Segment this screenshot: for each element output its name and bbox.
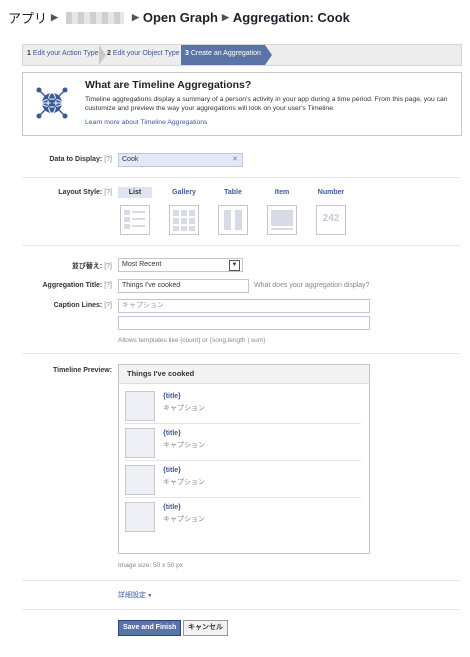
layout-option-table[interactable]: Table: [216, 187, 250, 198]
step-number: 3: [185, 50, 189, 57]
advanced-settings-link[interactable]: 詳細設定 ▼: [118, 590, 152, 600]
chevron-right-icon: ▶: [51, 12, 58, 22]
step-number: 1: [27, 50, 31, 57]
divider: [22, 580, 460, 581]
caption-lines-label: Caption Lines: [?]: [22, 302, 112, 309]
layout-option-list[interactable]: List: [118, 187, 152, 198]
app-name-redacted[interactable]: [65, 11, 124, 24]
step-separator: [265, 45, 272, 65]
caption-line-1-input[interactable]: キャプション: [118, 299, 370, 313]
table-layout-thumbnail[interactable]: [218, 205, 248, 235]
step-label: Edit your Object Type: [112, 50, 180, 57]
breadcrumb-apps[interactable]: アプリ: [8, 8, 47, 27]
layout-option-number[interactable]: Number: [314, 187, 348, 198]
data-to-display-token-field[interactable]: Cook ✕: [118, 153, 243, 167]
help-icon[interactable]: [?]: [104, 156, 112, 163]
preview-header: Things I've cooked: [119, 365, 369, 384]
layout-style-label: Layout Style: [?]: [22, 189, 112, 196]
preview-item-caption: キャプション: [163, 479, 205, 486]
caption-lines-hint: Allows templates like {count} or {song.l…: [118, 337, 266, 344]
divider: [22, 353, 460, 354]
preview-item-title: {title}: [163, 467, 181, 474]
list-layout-icon: [124, 210, 145, 229]
preview-image-placeholder: [125, 391, 155, 421]
preview-item-caption: キャプション: [163, 442, 205, 449]
number-layout-thumbnail[interactable]: 242: [316, 205, 346, 235]
label-text: Caption Lines:: [53, 302, 103, 309]
step-progress-bar: 1 Edit your Action Type 2 Edit your Obje…: [22, 44, 462, 66]
preview-item-caption: キャプション: [163, 516, 205, 523]
aggregation-title-label: Aggregation Title: [?]: [22, 282, 112, 289]
sort-selected-value: Most Recent: [122, 261, 162, 268]
item-layout-icon: [271, 210, 293, 230]
save-and-finish-button[interactable]: Save and Finish: [118, 620, 182, 636]
preview-item-title: {title}: [163, 393, 181, 400]
step-2[interactable]: 2 Edit your Object Type: [103, 45, 181, 65]
preview-image-placeholder: [125, 428, 155, 458]
gallery-layout-icon: [173, 210, 195, 231]
help-icon[interactable]: [?]: [104, 302, 112, 309]
list-layout-thumbnail[interactable]: [120, 205, 150, 235]
gallery-layout-thumbnail[interactable]: [169, 205, 199, 235]
breadcrumb: アプリ ▶ ▶ Open Graph ▶ Aggregation: Cook: [8, 8, 350, 27]
number-thumbnail-text: 242: [322, 213, 340, 224]
help-icon[interactable]: [?]: [104, 189, 112, 196]
globe-network-icon: [36, 87, 68, 119]
divider: [22, 245, 460, 246]
caption-line-2-input[interactable]: [118, 316, 370, 330]
preview-item-title: {title}: [163, 430, 181, 437]
caret-down-icon: ▼: [146, 593, 153, 599]
aggregation-title-hint: What does your aggregation display?: [254, 282, 370, 289]
data-token: Cook: [122, 156, 139, 163]
info-text: Timeline aggregations display a summary …: [85, 96, 448, 112]
table-layout-icon: [224, 210, 242, 230]
timeline-preview-label: Timeline Preview:: [52, 367, 112, 374]
help-icon[interactable]: [?]: [104, 282, 112, 289]
preview-item-title: {title}: [163, 504, 181, 511]
layout-option-gallery[interactable]: Gallery: [167, 187, 201, 198]
item-layout-thumbnail[interactable]: [267, 205, 297, 235]
layout-option-item[interactable]: Item: [265, 187, 299, 198]
image-size-note: Image size: 50 x 50 px: [118, 562, 184, 569]
preview-item: {title} キャプション: [125, 500, 361, 534]
preview-item: {title} キャプション: [125, 426, 361, 461]
timeline-aggregation-info-box: What are Timeline Aggregations? Timeline…: [22, 72, 462, 136]
divider: [22, 609, 460, 610]
step-3-active[interactable]: 3 Create an Aggregation: [181, 45, 265, 65]
help-icon[interactable]: [?]: [104, 263, 112, 270]
label-text: Layout Style:: [58, 189, 103, 196]
preview-image-placeholder: [125, 465, 155, 495]
step-label: Edit your Action Type: [32, 50, 99, 57]
preview-image-placeholder: [125, 502, 155, 532]
advanced-settings-label: 詳細設定: [118, 592, 146, 599]
remove-token-icon[interactable]: ✕: [232, 154, 238, 166]
sort-label: 並び替え: [?]: [22, 261, 112, 271]
label-text: Data to Display:: [49, 156, 103, 163]
preview-item: {title} キャプション: [125, 389, 361, 424]
preview-item: {title} キャプション: [125, 463, 361, 498]
chevron-right-icon: ▶: [131, 12, 139, 22]
cancel-button[interactable]: キャンセル: [183, 620, 228, 636]
label-text: Aggregation Title:: [42, 282, 103, 289]
page-title: Aggregation: Cook: [232, 10, 350, 25]
aggregation-title-input[interactable]: Things I've cooked: [118, 279, 249, 293]
step-1[interactable]: 1 Edit your Action Type: [23, 45, 101, 65]
info-title: What are Timeline Aggregations?: [85, 79, 252, 91]
step-label: Create an Aggregation: [190, 50, 261, 57]
dropdown-arrow-icon[interactable]: ▼: [229, 260, 240, 271]
label-text: 並び替え:: [71, 263, 103, 270]
data-to-display-label: Data to Display: [?]: [22, 156, 112, 163]
chevron-right-icon: ▶: [221, 12, 229, 22]
timeline-preview-panel: Things I've cooked {title} キャプション {title…: [118, 364, 370, 554]
sort-select[interactable]: Most Recent ▼: [118, 258, 243, 272]
learn-more-link[interactable]: Learn more about Timeline Aggregations: [85, 119, 207, 126]
preview-item-caption: キャプション: [163, 405, 205, 412]
breadcrumb-open-graph[interactable]: Open Graph: [143, 10, 218, 25]
divider: [22, 177, 460, 178]
step-number: 2: [107, 50, 111, 57]
